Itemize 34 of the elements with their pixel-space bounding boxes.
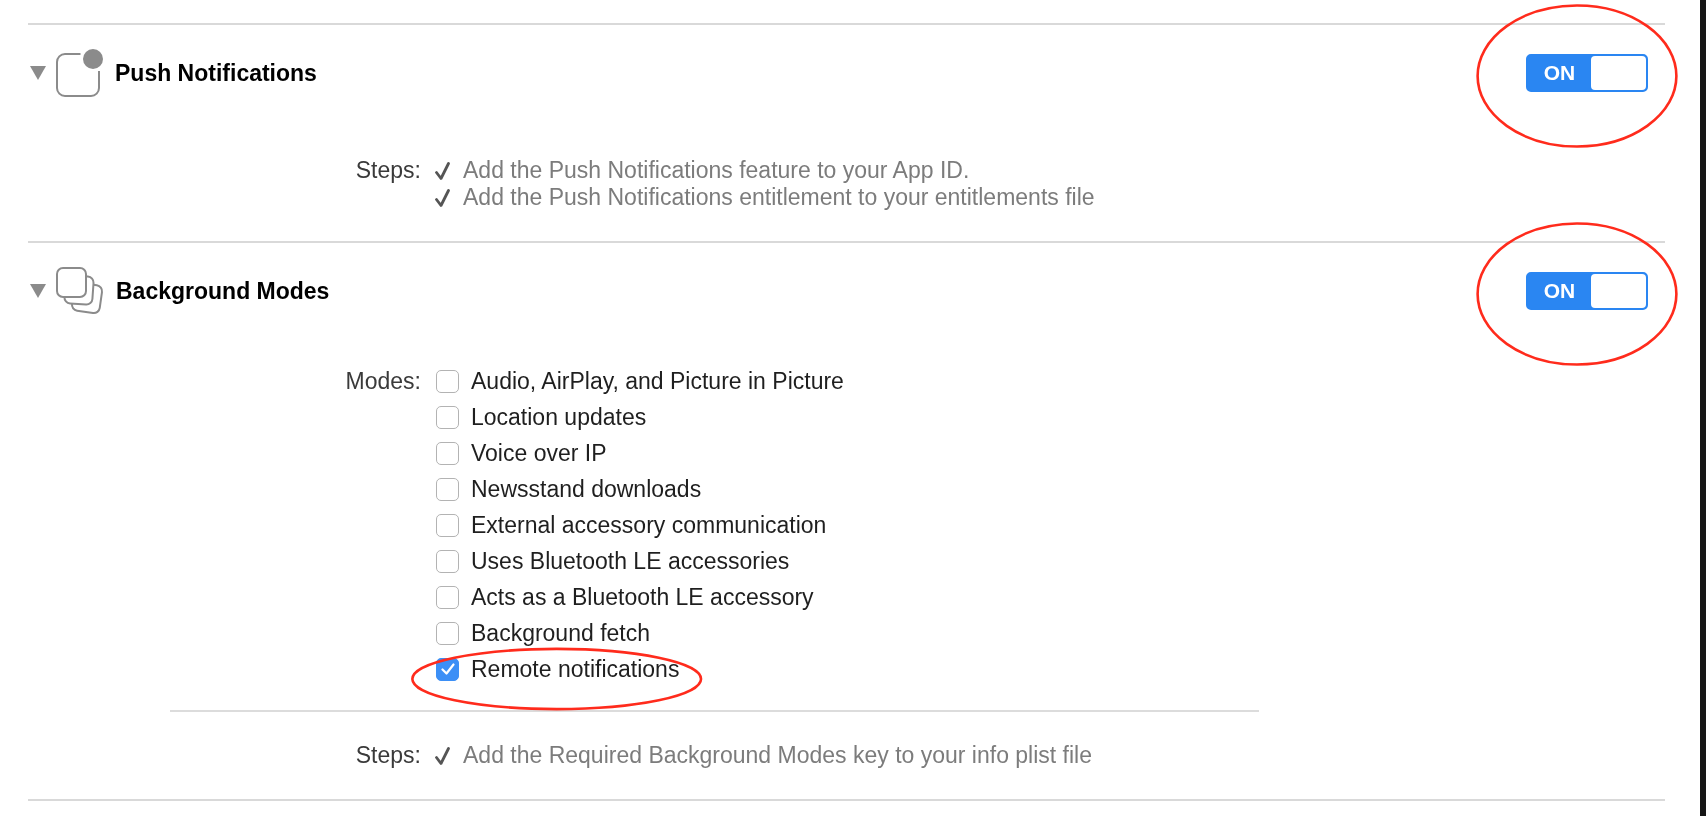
checkbox-label: Newsstand downloads <box>471 475 702 503</box>
checkbox-label: External accessory communication <box>471 511 827 539</box>
checkbox-label: Remote notifications <box>471 655 680 683</box>
on-off-switch[interactable]: ON <box>1526 272 1648 310</box>
step-text: Add the Push Notifications feature to your App ID. <box>463 157 970 184</box>
switch-knob[interactable] <box>1591 56 1646 90</box>
checkbox[interactable] <box>436 405 459 429</box>
checkbox-label: Audio, AirPlay, and Picture in Picture <box>471 367 844 395</box>
stacked-squares-icon <box>56 267 104 315</box>
checkbox[interactable] <box>436 513 459 537</box>
capability-title: Background Modes <box>116 277 330 305</box>
check-icon <box>440 663 455 675</box>
capability-title: Push Notifications <box>115 59 317 87</box>
step-text: Add the Required Background Modes key to your info plist file <box>463 742 1093 769</box>
checkbox-label: Acts as a Bluetooth LE accessory <box>471 583 814 611</box>
checkbox-label: Uses Bluetooth LE accessories <box>471 547 790 575</box>
disclosure-triangle-icon[interactable] <box>30 66 46 80</box>
disclosure-triangle-icon[interactable] <box>30 284 46 298</box>
app-badge-icon <box>56 49 103 97</box>
checkbox-label: Background fetch <box>471 619 650 647</box>
on-off-switch[interactable]: ON <box>1526 54 1648 92</box>
checkbox[interactable] <box>436 549 459 573</box>
checkbox-label: Voice over IP <box>471 439 607 467</box>
checkbox[interactable] <box>436 585 459 609</box>
checkbox[interactable] <box>436 621 459 645</box>
modes-label: Modes: <box>345 367 421 396</box>
checkbox[interactable] <box>436 477 459 501</box>
checkbox[interactable] <box>436 441 459 465</box>
checkbox-label: Location updates <box>471 403 647 431</box>
step-text: Add the Push Notifications entitlement to your entitlements file <box>463 184 1095 211</box>
switch-knob[interactable] <box>1591 274 1646 308</box>
steps-label: Steps: <box>355 157 421 184</box>
checkbox[interactable] <box>436 369 459 393</box>
steps-label: Steps: <box>355 742 421 769</box>
